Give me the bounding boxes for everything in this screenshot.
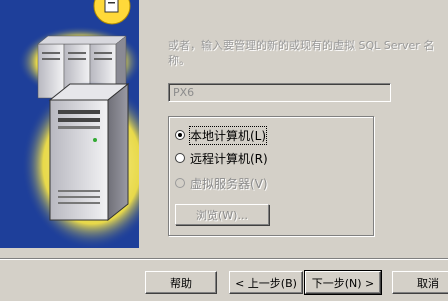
server-tower-icon xyxy=(18,0,139,248)
radio-remote-label: 远程计算机(R) xyxy=(190,151,268,166)
radio-checked-icon xyxy=(175,130,185,140)
radio-local-computer[interactable]: 本地计算机(L) xyxy=(175,125,268,145)
radio-remote-computer[interactable]: 远程计算机(R) xyxy=(175,150,268,166)
instruction-text: 或者，输入要管理的新的或现有的虚拟 SQL Server 名称。 xyxy=(168,39,435,67)
button-separator xyxy=(0,258,448,260)
radio-unchecked-icon xyxy=(175,153,185,163)
radio-virtual-server[interactable]: 虚拟服务器(V) xyxy=(175,175,268,191)
radio-virtual-label: 虚拟服务器(V) xyxy=(190,176,268,191)
server-type-group: 本地计算机(L) 远程计算机(R) 虚拟服务器(V) 浏览(W)... xyxy=(168,116,374,236)
browse-button[interactable]: 浏览(W)... xyxy=(175,204,269,225)
wizard-illustration xyxy=(0,0,139,248)
back-button[interactable]: < 上一步(B) xyxy=(229,271,303,294)
document-badge-icon xyxy=(93,0,131,25)
radio-local-label: 本地计算机(L) xyxy=(188,125,268,145)
server-name-field[interactable]: PX6 xyxy=(168,83,391,102)
wizard-dialog: 或者，输入要管理的新的或现有的虚拟 SQL Server 名称。 PX6 本地计… xyxy=(0,0,448,301)
radio-unchecked-icon xyxy=(175,178,185,188)
cancel-button[interactable]: 取消 xyxy=(392,271,448,294)
help-button[interactable]: 帮助 xyxy=(145,271,217,294)
next-button[interactable]: 下一步(N) > xyxy=(304,270,382,295)
